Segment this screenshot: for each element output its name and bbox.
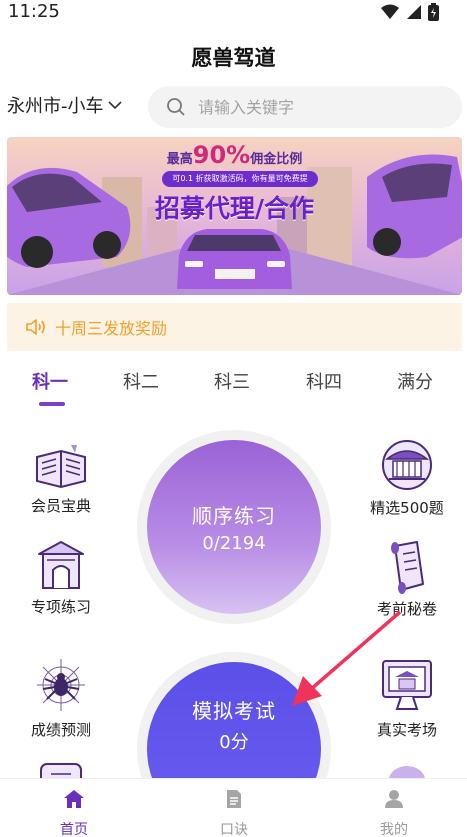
scroll-icon: [391, 541, 424, 594]
city-selector[interactable]: 永州市-小车: [7, 92, 122, 118]
banner-percent: 90%: [192, 141, 251, 169]
search-icon: [167, 98, 185, 116]
nav-label: 我的: [380, 822, 408, 837]
feature-more-left[interactable]: [11, 758, 111, 778]
nav-home[interactable]: 首页: [34, 789, 114, 837]
active-tab-indicator: [39, 402, 65, 406]
feature-label: 专项练习: [30, 598, 91, 616]
notice-bar[interactable]: 十周三发放奖励: [7, 303, 462, 351]
app-screen: 11:25 愿兽驾道 永州市-小车 请输入关键字 最高90%佣金比例 可0.1 …: [0, 0, 467, 837]
feature-topic-practice[interactable]: 专项练习: [11, 540, 111, 617]
battery-icon: [428, 3, 439, 21]
bottom-navigation: 首页 口诀 我的: [0, 778, 467, 837]
document-icon: [227, 790, 241, 808]
pavilion-icon: [382, 440, 432, 490]
nav-profile[interactable]: 我的: [354, 789, 434, 837]
subject-tabs: 科一 科二 科三 科四 满分: [0, 364, 467, 408]
banner-prefix: 最高: [166, 152, 193, 167]
nav-label: 首页: [60, 822, 88, 837]
practice-progress: 0/2194: [202, 533, 266, 554]
feature-score-prediction[interactable]: 成绩预测: [11, 655, 111, 740]
speaker-icon: [26, 319, 45, 335]
monitor-icon: [382, 660, 432, 710]
status-bar: 11:25: [0, 0, 467, 28]
city-label: 永州市-小车: [7, 96, 104, 117]
search-input[interactable]: [198, 97, 438, 117]
sequential-practice-button[interactable]: 顺序练习 0/2194: [147, 440, 321, 614]
status-icons: [380, 3, 439, 21]
page-title: 愿兽驾道: [191, 46, 276, 70]
banner-slogan: 招募代理/合作: [154, 194, 315, 223]
signal-icon: [407, 5, 421, 19]
exam-title: 模拟考试: [192, 698, 276, 723]
wifi-icon: [381, 4, 399, 19]
book-icon: [36, 445, 86, 489]
home-icon: [64, 790, 84, 808]
exam-score: 0分: [219, 731, 249, 753]
practice-title: 顺序练习: [192, 504, 276, 528]
promo-banner[interactable]: 最高90%佣金比例 可0.1 折获取激活码，你有量可免费提 招募代理/合作: [7, 137, 462, 295]
status-time: 11:25: [8, 1, 60, 22]
nav-label: 口诀: [220, 822, 248, 837]
feature-label: 真实考场: [376, 721, 437, 739]
gate-icon: [38, 541, 84, 589]
spider-icon: [37, 659, 85, 711]
folder-icon: [40, 763, 82, 778]
tab-full-score[interactable]: 满分: [397, 368, 433, 394]
tab-subject-3[interactable]: 科三: [214, 368, 250, 394]
feature-more-right[interactable]: [357, 758, 457, 778]
feature-selected-500[interactable]: 精选500题: [357, 437, 457, 518]
tab-subject-1[interactable]: 科一: [32, 368, 68, 394]
banner-subtext: 可0.1 折获取激活码，你有量可免费提: [162, 171, 318, 187]
tab-subject-2[interactable]: 科二: [123, 368, 159, 394]
search-bar[interactable]: [148, 86, 462, 128]
feature-label: 精选500题: [370, 499, 444, 517]
user-icon: [385, 790, 403, 808]
banner-headline: 最高90%佣金比例: [7, 141, 462, 169]
feature-label: 成绩预测: [30, 721, 91, 739]
feature-member-guide[interactable]: 会员宝典: [11, 443, 111, 516]
tab-subject-4[interactable]: 科四: [306, 368, 342, 394]
notice-text: 十周三发放奖励: [55, 319, 168, 338]
banner-suffix: 佣金比例: [250, 152, 303, 167]
chevron-down-icon: [107, 101, 122, 110]
cloud-icon: [389, 766, 425, 778]
feature-real-exam-room[interactable]: 真实考场: [357, 655, 457, 740]
nav-mnemonics[interactable]: 口诀: [194, 789, 274, 837]
feature-pre-exam-paper[interactable]: 考前秘卷: [357, 540, 457, 619]
feature-label: 会员宝典: [30, 497, 91, 515]
feature-label: 考前秘卷: [376, 600, 437, 618]
